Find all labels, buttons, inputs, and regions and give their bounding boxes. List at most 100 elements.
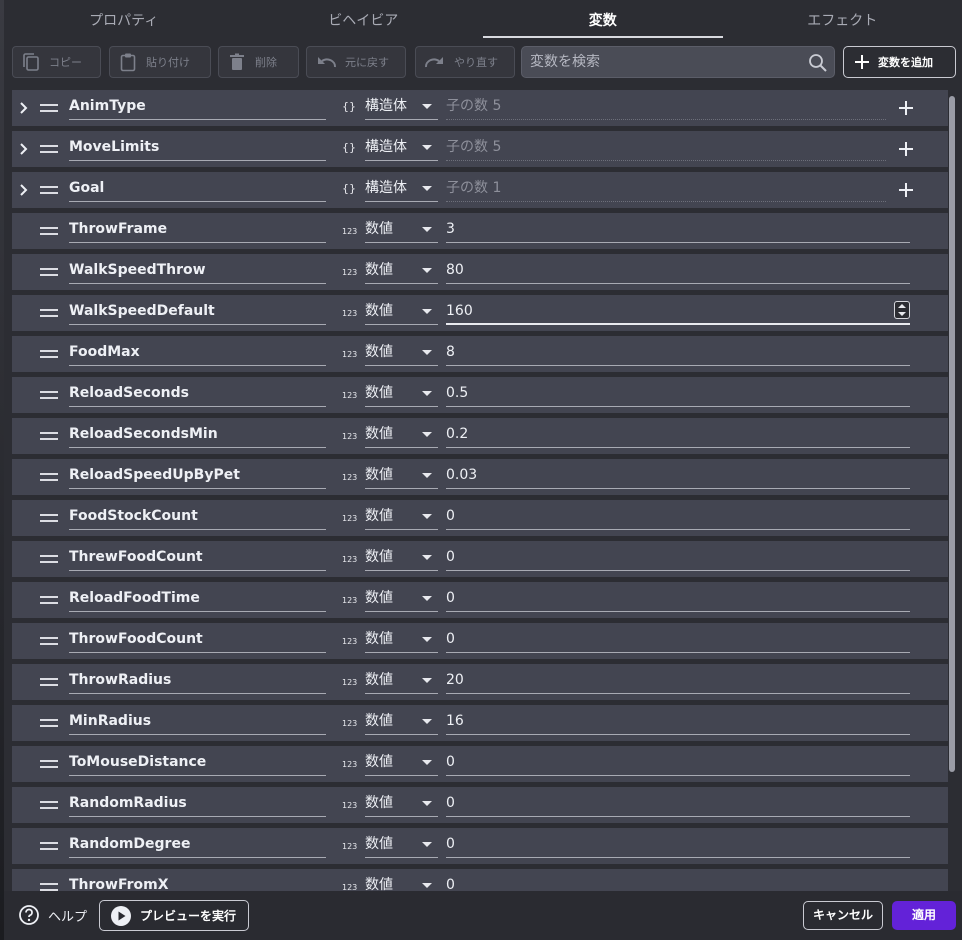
- variable-value-field[interactable]: 0: [446, 588, 910, 612]
- variable-type-select[interactable]: 数値: [365, 260, 438, 284]
- drag-handle-icon[interactable]: [40, 432, 58, 441]
- variable-row[interactable]: FoodStockCount 123 数値 0: [12, 500, 948, 536]
- variable-name-field[interactable]: ReloadSpeedUpByPet: [69, 465, 326, 489]
- drag-handle-icon[interactable]: [40, 678, 58, 687]
- variable-type-select[interactable]: 数値: [365, 301, 438, 325]
- help-button[interactable]: ヘルプ: [18, 904, 87, 926]
- variable-name-field[interactable]: ReloadSecondsMin: [69, 424, 326, 448]
- variable-value-field[interactable]: 16: [446, 711, 910, 735]
- variable-type-select[interactable]: 構造体: [365, 137, 438, 161]
- variable-type-select[interactable]: 数値: [365, 711, 438, 735]
- paste-button[interactable]: 貼り付け: [109, 46, 211, 78]
- variable-row[interactable]: ReloadSeconds 123 数値 0.5: [12, 377, 948, 413]
- variable-value-field[interactable]: 0: [446, 793, 910, 817]
- variable-row[interactable]: MinRadius 123 数値 16: [12, 705, 948, 741]
- scrollbar-thumb[interactable]: [949, 96, 955, 772]
- variable-row[interactable]: RandomRadius 123 数値 0: [12, 787, 948, 823]
- plus-icon[interactable]: [898, 100, 914, 116]
- variable-row[interactable]: ToMouseDistance 123 数値 0: [12, 746, 948, 782]
- variable-name-field[interactable]: WalkSpeedThrow: [69, 260, 326, 284]
- drag-handle-icon[interactable]: [40, 145, 58, 154]
- variable-row[interactable]: Goal {} 構造体 子の数 1: [12, 172, 948, 208]
- variable-type-select[interactable]: 数値: [365, 506, 438, 530]
- drag-handle-icon[interactable]: [40, 842, 58, 851]
- drag-handle-icon[interactable]: [40, 719, 58, 728]
- variable-value-field[interactable]: 0: [446, 547, 910, 571]
- variable-type-select[interactable]: 数値: [365, 342, 438, 366]
- run-preview-button[interactable]: プレビューを実行: [99, 900, 249, 931]
- delete-button[interactable]: 削除: [218, 46, 299, 78]
- variable-name-field[interactable]: ThrowFoodCount: [69, 629, 326, 653]
- variable-name-field[interactable]: RandomRadius: [69, 793, 326, 817]
- variable-value-field[interactable]: 0: [446, 629, 910, 653]
- add-variable-button[interactable]: 変数を追加: [843, 46, 956, 78]
- redo-button[interactable]: やり直す: [415, 46, 515, 78]
- variable-value-field[interactable]: 0.2: [446, 424, 910, 448]
- variable-name-field[interactable]: FoodStockCount: [69, 506, 326, 530]
- drag-handle-icon[interactable]: [40, 309, 58, 318]
- variable-row[interactable]: ThrowFoodCount 123 数値 0: [12, 623, 948, 659]
- variable-type-select[interactable]: 数値: [365, 752, 438, 776]
- variable-name-field[interactable]: ThrowFromX: [69, 875, 326, 891]
- variable-name-field[interactable]: ThrowFrame: [69, 219, 326, 243]
- variable-type-select[interactable]: 構造体: [365, 96, 438, 120]
- drag-handle-icon[interactable]: [40, 637, 58, 646]
- variable-row[interactable]: ReloadSpeedUpByPet 123 数値 0.03: [12, 459, 948, 495]
- drag-handle-icon[interactable]: [40, 350, 58, 359]
- variable-type-select[interactable]: 数値: [365, 383, 438, 407]
- tab-behaviors[interactable]: ビヘイビア: [244, 8, 484, 38]
- variable-row[interactable]: WalkSpeedDefault 123 数値 160: [12, 295, 948, 331]
- variable-name-field[interactable]: ReloadSeconds: [69, 383, 326, 407]
- variable-value-field[interactable]: 0: [446, 834, 910, 858]
- variable-value-field[interactable]: 0: [446, 875, 910, 891]
- variable-name-field[interactable]: MinRadius: [69, 711, 326, 735]
- variable-value-field[interactable]: 0: [446, 752, 910, 776]
- variable-type-select[interactable]: 数値: [365, 670, 438, 694]
- variable-row[interactable]: ThrowRadius 123 数値 20: [12, 664, 948, 700]
- tab-properties[interactable]: プロパティ: [4, 8, 244, 38]
- variable-name-field[interactable]: AnimType: [69, 96, 326, 120]
- variable-value-field[interactable]: 20: [446, 670, 910, 694]
- variable-name-field[interactable]: ToMouseDistance: [69, 752, 326, 776]
- variable-row[interactable]: AnimType {} 構造体 子の数 5: [12, 90, 948, 126]
- variable-value-field[interactable]: 80: [446, 260, 910, 284]
- variable-type-select[interactable]: 数値: [365, 465, 438, 489]
- drag-handle-icon[interactable]: [40, 391, 58, 400]
- variable-row[interactable]: ThrewFoodCount 123 数値 0: [12, 541, 948, 577]
- variable-name-field[interactable]: RandomDegree: [69, 834, 326, 858]
- search-input[interactable]: [522, 47, 802, 77]
- variable-row[interactable]: MoveLimits {} 構造体 子の数 5: [12, 131, 948, 167]
- variable-type-select[interactable]: 数値: [365, 875, 438, 891]
- variable-type-select[interactable]: 数値: [365, 629, 438, 653]
- variable-type-select[interactable]: 数値: [365, 834, 438, 858]
- variable-row[interactable]: ThrowFrame 123 数値 3: [12, 213, 948, 249]
- variable-row[interactable]: WalkSpeedThrow 123 数値 80: [12, 254, 948, 290]
- drag-handle-icon[interactable]: [40, 760, 58, 769]
- copy-button[interactable]: コピー: [12, 46, 101, 78]
- variable-type-select[interactable]: 数値: [365, 793, 438, 817]
- variable-value-field[interactable]: 0.03: [446, 465, 910, 489]
- drag-handle-icon[interactable]: [40, 555, 58, 564]
- variable-value-field[interactable]: 160: [446, 301, 910, 325]
- variable-name-field[interactable]: MoveLimits: [69, 137, 326, 161]
- tab-variables[interactable]: 変数: [483, 8, 723, 38]
- variable-value-field[interactable]: 0.5: [446, 383, 910, 407]
- variable-type-select[interactable]: 数値: [365, 219, 438, 243]
- tab-effects[interactable]: エフェクト: [723, 8, 962, 38]
- variable-type-select[interactable]: 数値: [365, 424, 438, 448]
- variable-value-field[interactable]: 3: [446, 219, 910, 243]
- variable-name-field[interactable]: Goal: [69, 178, 326, 202]
- variable-row[interactable]: ThrowFromX 123 数値 0: [12, 869, 948, 891]
- chevron-right-icon[interactable]: [17, 183, 31, 197]
- variable-value-field[interactable]: 8: [446, 342, 910, 366]
- cancel-button[interactable]: キャンセル: [803, 901, 883, 930]
- search-icon[interactable]: [808, 53, 828, 73]
- apply-button[interactable]: 適用: [892, 901, 956, 930]
- undo-button[interactable]: 元に戻す: [306, 46, 406, 78]
- variable-name-field[interactable]: ThrewFoodCount: [69, 547, 326, 571]
- drag-handle-icon[interactable]: [40, 104, 58, 113]
- variable-row[interactable]: RandomDegree 123 数値 0: [12, 828, 948, 864]
- chevron-right-icon[interactable]: [17, 142, 31, 156]
- drag-handle-icon[interactable]: [40, 514, 58, 523]
- drag-handle-icon[interactable]: [40, 596, 58, 605]
